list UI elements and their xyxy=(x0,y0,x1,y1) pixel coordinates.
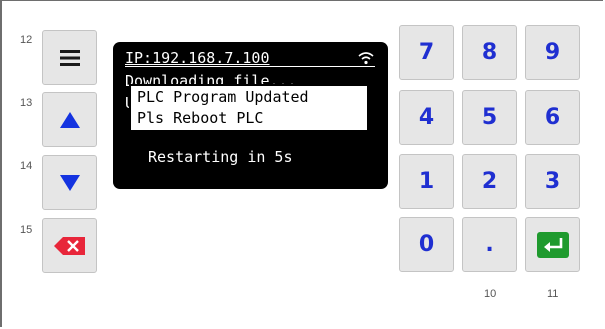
row-number-14: 14 xyxy=(20,160,33,172)
key-6[interactable]: 6 xyxy=(525,90,580,145)
key-9[interactable]: 9 xyxy=(525,25,580,80)
key-8[interactable]: 8 xyxy=(462,25,517,80)
enter-button[interactable] xyxy=(525,217,580,272)
ip-address-line: IP:192.168.7.100 xyxy=(125,49,270,67)
triangle-up-icon xyxy=(59,111,80,128)
key-7[interactable]: 7 xyxy=(399,25,454,80)
reboot-popup: PLC Program Updated Pls Reboot PLC xyxy=(129,84,369,132)
triangle-down-icon xyxy=(59,174,80,191)
backspace-delete-icon xyxy=(53,236,85,255)
up-button[interactable] xyxy=(42,92,97,147)
wifi-icon xyxy=(358,52,374,65)
key-0[interactable]: 0 xyxy=(399,217,454,272)
key-1[interactable]: 1 xyxy=(399,154,454,209)
enter-return-icon xyxy=(536,231,569,258)
row-number-15: 15 xyxy=(20,224,33,236)
key-decimal-point[interactable]: . xyxy=(462,217,517,272)
down-button[interactable] xyxy=(42,155,97,210)
column-number-10: 10 xyxy=(484,288,497,300)
clear-button[interactable] xyxy=(42,218,97,273)
header-divider xyxy=(125,66,375,67)
key-4[interactable]: 4 xyxy=(399,90,454,145)
key-3[interactable]: 3 xyxy=(525,154,580,209)
popup-line-reboot: Pls Reboot PLC xyxy=(137,109,264,127)
key-5[interactable]: 5 xyxy=(462,90,517,145)
restart-countdown-line: Restarting in 5s xyxy=(148,148,293,166)
menu-button[interactable] xyxy=(42,30,97,85)
popup-line-program-updated: PLC Program Updated xyxy=(137,88,309,106)
row-number-13: 13 xyxy=(20,97,33,109)
row-number-12: 12 xyxy=(20,34,33,46)
key-2[interactable]: 2 xyxy=(462,154,517,209)
column-number-11: 11 xyxy=(547,288,559,300)
hamburger-menu-icon xyxy=(59,49,80,66)
